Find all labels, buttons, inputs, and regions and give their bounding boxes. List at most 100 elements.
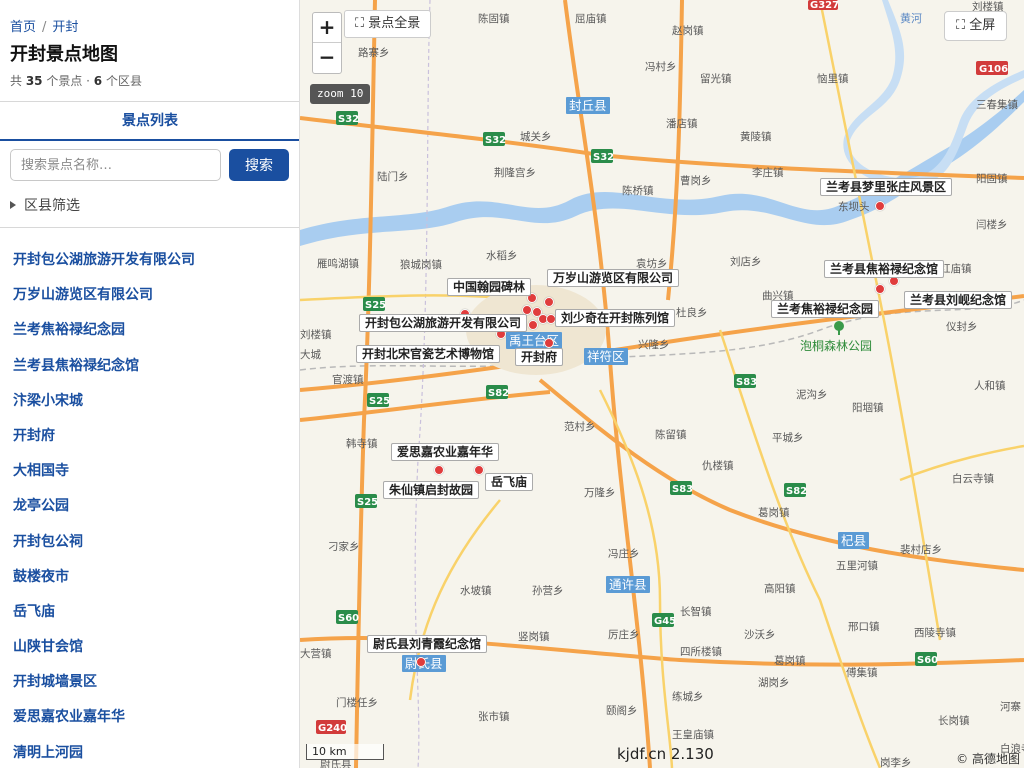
place-label: 万隆乡 xyxy=(584,486,616,499)
poi-list-item[interactable]: 开封城墙景区 xyxy=(13,671,195,706)
place-label: 河寨 xyxy=(1000,700,1021,713)
place-label: 赵岗镇 xyxy=(672,24,704,37)
zoom-control: + − xyxy=(312,12,342,74)
road-shield-label: S25 xyxy=(369,396,390,407)
place-label: 裴村店乡 xyxy=(900,543,942,556)
poi-list-item[interactable]: 汴梁小宋城 xyxy=(13,390,195,425)
tab-bar: 景点列表 xyxy=(0,101,299,141)
poi-label[interactable]: 刘少奇在开封陈列馆 xyxy=(555,309,676,327)
poi-label[interactable]: 开封包公湖旅游开发有限公司 xyxy=(359,314,528,332)
poi-list-item[interactable]: 开封府 xyxy=(13,425,195,460)
poi-list-item[interactable]: 鼓楼夜市 xyxy=(13,566,195,601)
poi-list-item[interactable]: 爱思嘉农业嘉年华 xyxy=(13,706,195,741)
place-label: 陈固镇 xyxy=(478,12,510,25)
place-label: 长岗镇 xyxy=(938,714,970,727)
place-label: 沙沃乡 xyxy=(744,629,776,641)
tab-poi-list[interactable]: 景点列表 xyxy=(0,102,299,140)
poi-marker[interactable] xyxy=(434,465,444,475)
zoom-in-button[interactable]: + xyxy=(313,13,341,43)
place-label: 雁鸣湖镇 xyxy=(317,257,359,270)
zoom-out-button[interactable]: − xyxy=(313,43,341,73)
place-label: 练城乡 xyxy=(672,690,704,703)
poi-label[interactable]: 中国翰园碑林 xyxy=(447,278,532,296)
poi-list-item[interactable]: 开封包公湖旅游开发有限公司 xyxy=(13,249,195,284)
breadcrumb-home[interactable]: 首页 xyxy=(10,20,36,35)
place-label: 水稻乡 xyxy=(486,250,518,262)
poi-list-item[interactable]: 岳飞庙 xyxy=(13,601,195,636)
place-label: 荆隆宫乡 xyxy=(494,166,536,179)
poi-list-item[interactable]: 兰考焦裕禄纪念园 xyxy=(13,319,195,354)
place-label: 三春集镇 xyxy=(976,98,1018,111)
poi-label[interactable]: 岳飞庙 xyxy=(485,473,534,491)
district-tag[interactable]: 通许县 xyxy=(606,576,650,593)
place-label: 官渡镇 xyxy=(332,373,364,386)
place-label: 张市镇 xyxy=(478,710,510,723)
road-shield-label: S32 xyxy=(593,152,614,163)
place-label: 陆门乡 xyxy=(377,170,409,183)
place-label: 李庄镇 xyxy=(752,166,784,179)
place-label: 陈留镇 xyxy=(655,428,687,441)
place-label: 傅集镇 xyxy=(846,666,878,679)
breadcrumb-current[interactable]: 开封 xyxy=(52,20,78,35)
place-label: 高阳镇 xyxy=(764,582,796,595)
district-filter-label: 区县筛选 xyxy=(24,198,80,214)
sidebar: 首页 / 开封 开封景点地图 共 35 个景点 · 6 个区县 景点列表 搜索 区县… xyxy=(0,0,300,768)
breadcrumb-separator: / xyxy=(42,20,47,35)
poi-list-item[interactable]: 龙亭公园 xyxy=(13,495,195,530)
road-shield-label: G327 xyxy=(810,0,839,11)
district-tag[interactable]: 封丘县 xyxy=(566,97,610,114)
place-label: 长智镇 xyxy=(680,605,712,618)
road-shield-label: S83 xyxy=(736,377,757,388)
poi-label[interactable]: 兰考县刘岘纪念馆 xyxy=(904,291,1013,309)
poi-marker[interactable] xyxy=(474,465,484,475)
poi-list-item[interactable]: 开封包公祠 xyxy=(13,531,195,566)
search-button[interactable]: 搜索 xyxy=(229,149,289,181)
poi-marker[interactable] xyxy=(528,320,538,330)
poi-list-item[interactable]: 大相国寺 xyxy=(13,460,195,495)
map-canvas[interactable]: 黄河 S32 S32 S32 S25 S25 S25 S82 S82 S83 S… xyxy=(300,0,1024,768)
road-shield-label: S82 xyxy=(488,388,509,399)
poi-list-item[interactable]: 山陕甘会馆 xyxy=(13,636,195,671)
place-label: 颐阁乡 xyxy=(606,704,638,717)
poi-marker[interactable] xyxy=(875,284,885,294)
scenic-overview-button[interactable]: ⛶ 景点全景 xyxy=(344,10,432,38)
district-filter-toggle[interactable]: 区县筛选 xyxy=(10,195,80,215)
place-label: 竖岗镇 xyxy=(518,630,550,643)
search-input[interactable] xyxy=(10,149,221,181)
district-unit: 个区县 xyxy=(102,74,142,88)
poi-marker[interactable] xyxy=(875,201,885,211)
place-label: 恼里镇 xyxy=(817,72,849,85)
poi-marker[interactable] xyxy=(416,657,426,667)
poi-marker[interactable] xyxy=(544,338,554,348)
poi-label[interactable]: 爱思嘉农业嘉年华 xyxy=(391,443,500,461)
poi-list-item[interactable]: 清明上河园 xyxy=(13,742,195,768)
fullscreen-button[interactable]: ⛶ 全屏 xyxy=(944,11,1008,41)
poi-label[interactable]: 兰考县焦裕禄纪念馆 xyxy=(824,260,945,278)
poi-label[interactable]: 开封北宋官瓷艺术博物馆 xyxy=(356,345,501,363)
poi-list-item[interactable]: 兰考县焦裕禄纪念馆 xyxy=(13,355,195,390)
poi-label[interactable]: 开封府 xyxy=(515,348,564,366)
poi-label[interactable]: 朱仙镇启封故园 xyxy=(383,481,480,499)
district-tag[interactable]: 杞县 xyxy=(838,532,870,549)
poi-label[interactable]: 兰考县梦里张庄风景区 xyxy=(820,178,953,196)
poi-list-item[interactable]: 万岁山游览区有限公司 xyxy=(13,284,195,319)
place-label: 陈桥镇 xyxy=(622,184,654,197)
road-shield-label: S32 xyxy=(485,135,506,146)
road-shield-label: S82 xyxy=(786,486,807,497)
stats-prefix: 共 xyxy=(10,74,26,88)
place-label: 冯庄乡 xyxy=(608,547,640,560)
place-label: 东坝头 xyxy=(838,200,870,213)
road-shield-label: S60 xyxy=(338,613,359,624)
place-label: 冯村乡 xyxy=(645,60,677,73)
district-tag[interactable]: 祥符区 xyxy=(584,348,628,365)
poi-label[interactable]: 兰考焦裕禄纪念园 xyxy=(771,300,880,318)
poi-marker[interactable] xyxy=(544,297,554,307)
place-label: 范村乡 xyxy=(564,420,596,433)
place-label: 五里河镇 xyxy=(836,559,878,572)
place-label: 刁家乡 xyxy=(328,540,360,553)
poi-label[interactable]: 尉氏县刘青霞纪念馆 xyxy=(367,635,488,653)
place-label: 韩寺镇 xyxy=(346,437,378,450)
place-label: 湖岗乡 xyxy=(758,677,790,689)
poi-label[interactable]: 万岁山游览区有限公司 xyxy=(547,269,680,287)
place-label: 曹岗乡 xyxy=(680,174,712,187)
